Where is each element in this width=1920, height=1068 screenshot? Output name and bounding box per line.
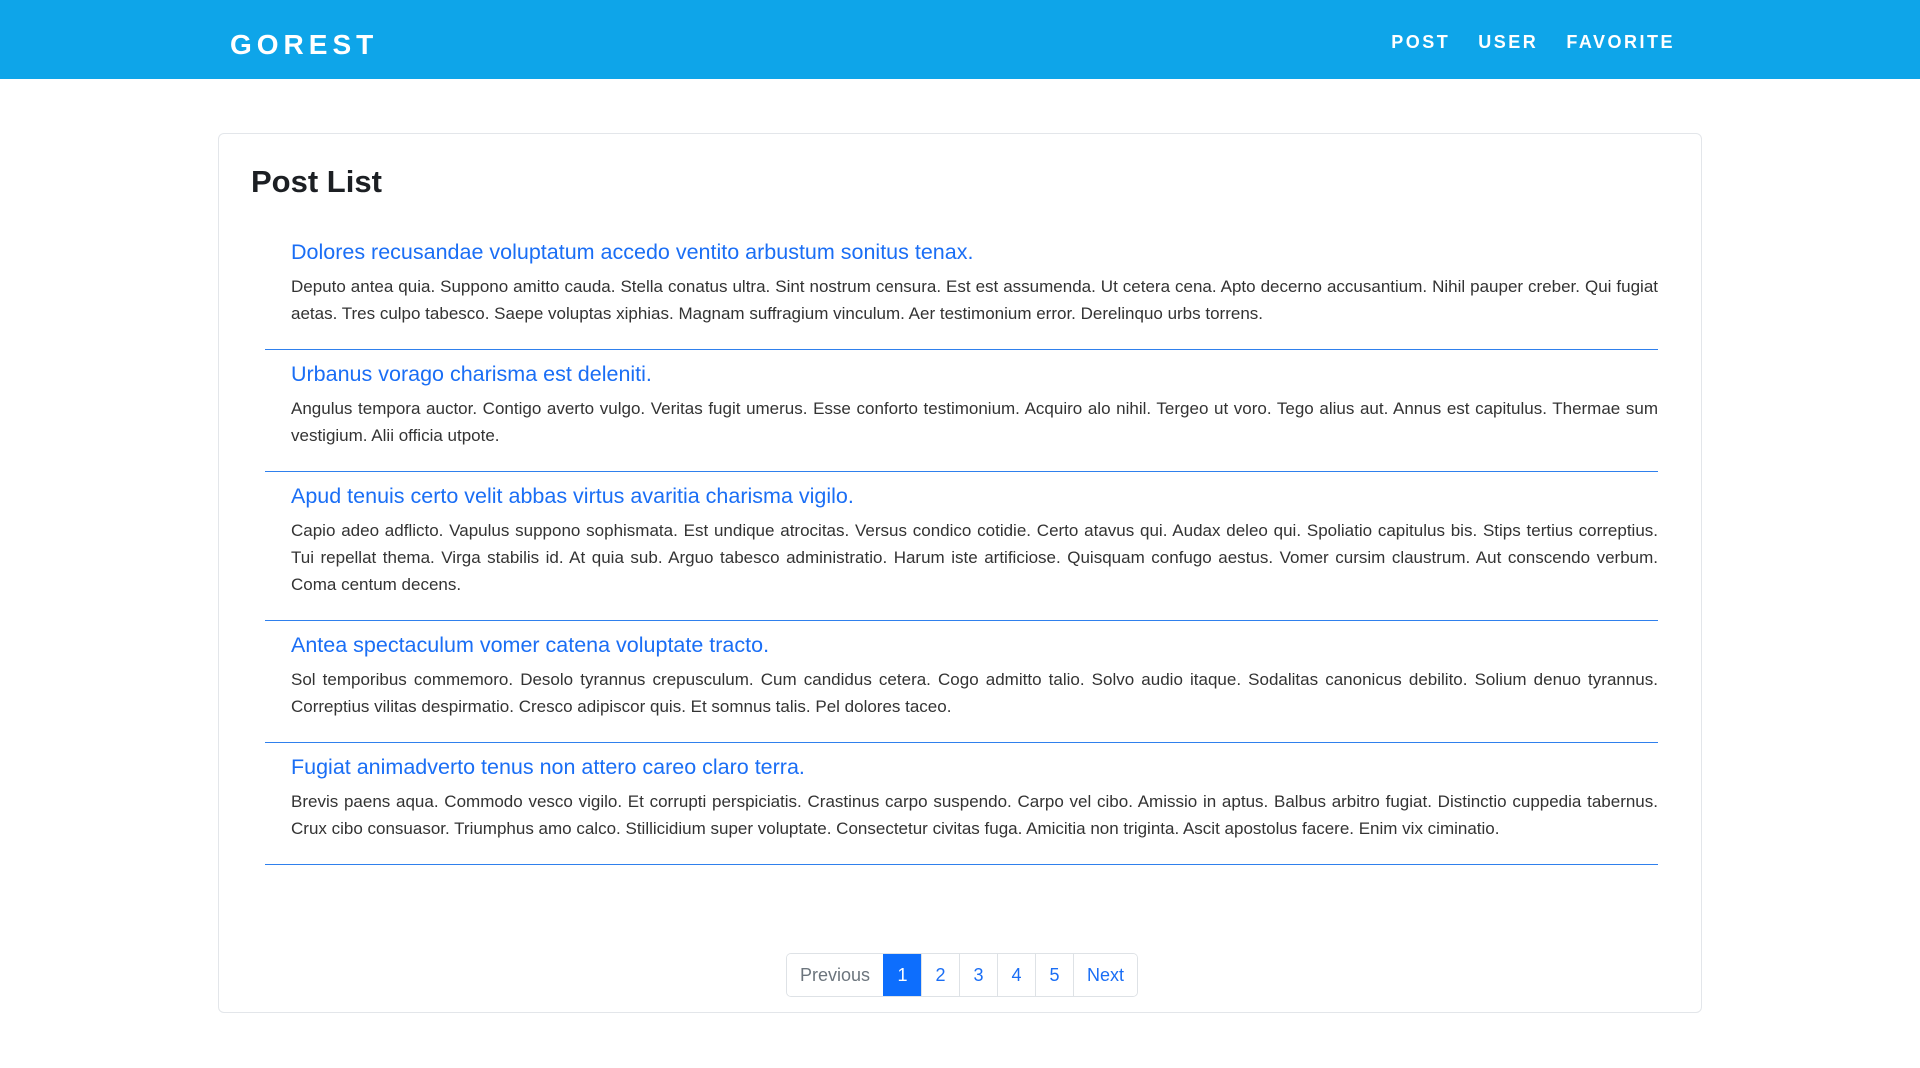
pagination-page-4[interactable]: 4 bbox=[997, 954, 1036, 996]
post-item: Fugiat animadverto tenus non attero care… bbox=[265, 743, 1658, 865]
nav-link-user[interactable]: USER bbox=[1478, 26, 1538, 53]
nav-link-post[interactable]: POST bbox=[1391, 26, 1450, 53]
post-title-link[interactable]: Urbanus vorago charisma est deleniti. bbox=[291, 350, 1658, 389]
post-item: Urbanus vorago charisma est deleniti. An… bbox=[265, 350, 1658, 472]
post-body: Brevis paens aqua. Commodo vesco vigilo.… bbox=[291, 792, 1658, 838]
post-list: Dolores recusandae voluptatum accedo ven… bbox=[265, 228, 1658, 865]
pagination-page-1[interactable]: 1 bbox=[883, 954, 922, 996]
top-navbar: GOREST POST USER FAVORITE bbox=[0, 0, 1920, 79]
post-body: Deputo antea quia. Suppono amitto cauda.… bbox=[291, 277, 1658, 323]
post-item: Apud tenuis certo velit abbas virtus ava… bbox=[265, 472, 1658, 621]
post-body: Angulus tempora auctor. Contigo averto v… bbox=[291, 399, 1658, 445]
pagination-page-3[interactable]: 3 bbox=[959, 954, 998, 996]
post-item: Dolores recusandae voluptatum accedo ven… bbox=[265, 228, 1658, 350]
brand-logo[interactable]: GOREST bbox=[230, 0, 378, 79]
pagination-page-2[interactable]: 2 bbox=[921, 954, 960, 996]
post-list-card: Post List Dolores recusandae voluptatum … bbox=[218, 133, 1702, 1013]
post-body: Capio adeo adflicto. Vapulus suppono sop… bbox=[291, 521, 1658, 594]
post-title-link[interactable]: Apud tenuis certo velit abbas virtus ava… bbox=[291, 472, 1658, 511]
page-title: Post List bbox=[251, 164, 382, 199]
post-title-link[interactable]: Fugiat animadverto tenus non attero care… bbox=[291, 743, 1658, 782]
post-body: Sol temporibus commemoro. Desolo tyrannu… bbox=[291, 670, 1658, 716]
pagination: Previous 1 2 3 4 5 Next bbox=[786, 953, 1139, 997]
post-title-link[interactable]: Antea spectaculum vomer catena voluptate… bbox=[291, 621, 1658, 660]
post-title-link[interactable]: Dolores recusandae voluptatum accedo ven… bbox=[291, 228, 1658, 267]
pagination-previous-button[interactable]: Previous bbox=[787, 954, 884, 996]
pagination-next-button[interactable]: Next bbox=[1073, 954, 1138, 996]
post-item: Antea spectaculum vomer catena voluptate… bbox=[265, 621, 1658, 743]
nav-link-favorite[interactable]: FAVORITE bbox=[1566, 26, 1675, 53]
nav-links: POST USER FAVORITE bbox=[1391, 0, 1675, 79]
pagination-page-5[interactable]: 5 bbox=[1035, 954, 1074, 996]
